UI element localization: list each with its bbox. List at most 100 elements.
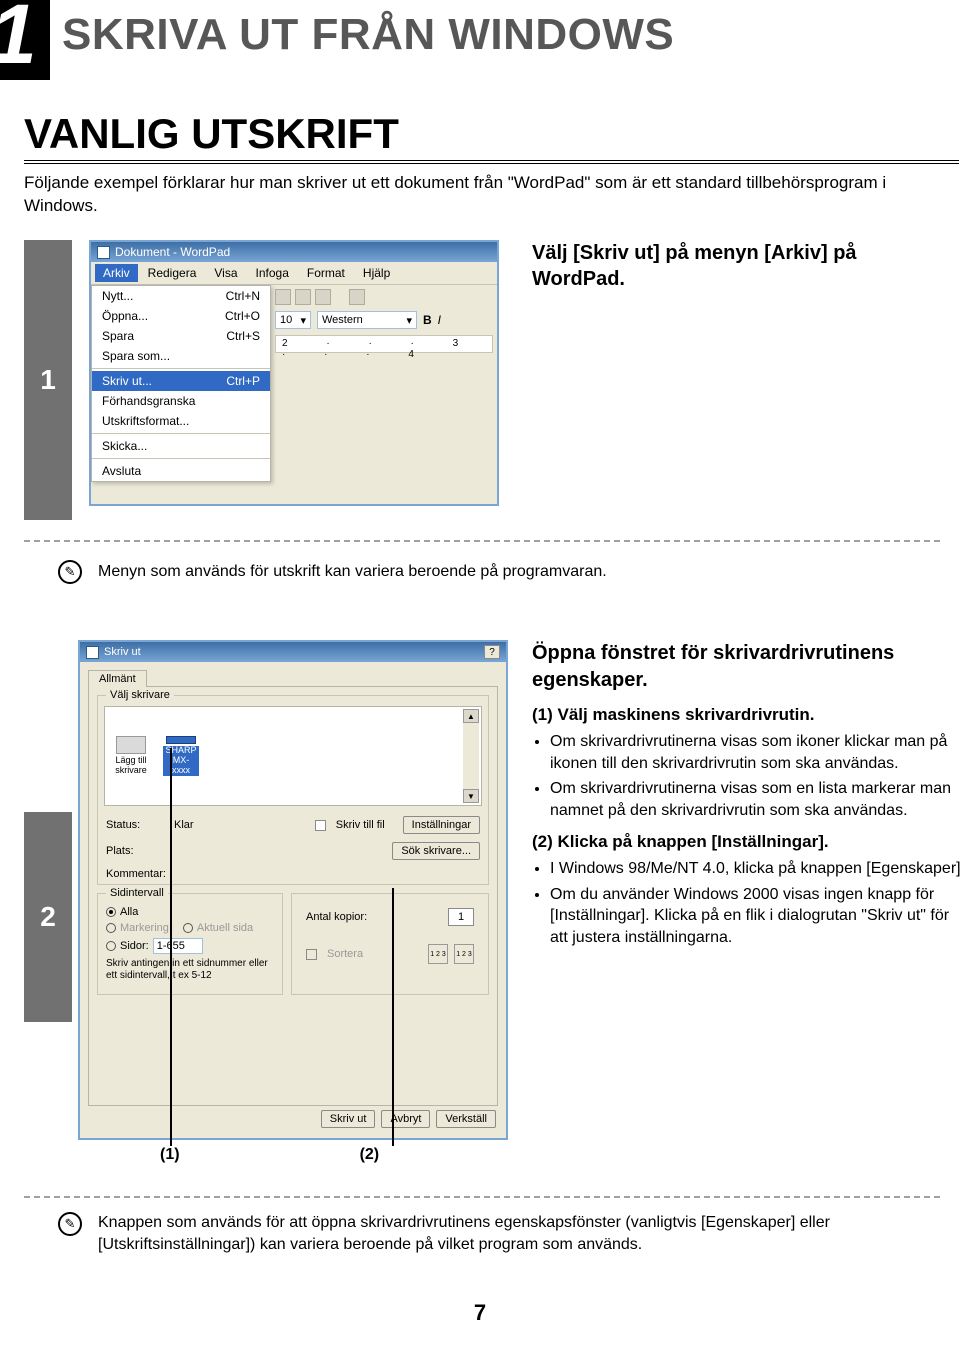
copies-input[interactable]: 1: [448, 908, 474, 926]
printer-icon: [86, 646, 99, 659]
status-label: Status:: [106, 819, 168, 831]
wordpad-titlebar: Dokument - WordPad: [91, 242, 497, 262]
copy-icon[interactable]: [295, 289, 311, 305]
printer-list: Lägg till skrivare SHARP MX-xxxx ▲▼: [104, 706, 482, 806]
sidintervall-help: Skriv antingen in ett sidnummer eller et…: [98, 956, 282, 988]
help-button[interactable]: ?: [484, 645, 500, 659]
chapter-title: SKRIVA UT FRÅN WINDOWS: [62, 10, 674, 60]
menu-item-spara-som[interactable]: Spara som...: [92, 346, 270, 366]
menu-item-utskriftsformat[interactable]: Utskriftsformat...: [92, 411, 270, 431]
print-dialog: Skriv ut ? Allmänt Välj skrivare Lägg ti…: [78, 640, 508, 1140]
callouts: (1) (2): [160, 1146, 379, 1164]
menu-format[interactable]: Format: [299, 264, 353, 282]
page-number: 7: [0, 1300, 960, 1326]
radio-aktuell[interactable]: [183, 923, 193, 933]
step-2-b1: Om skrivardrivrutinerna visas som ikoner…: [550, 731, 960, 774]
to-file-label: Skriv till fil: [336, 819, 385, 831]
menu-item-skriv-ut[interactable]: Skriv ut...Ctrl+P: [92, 371, 270, 391]
note-1: ✎ Menyn som används för utskrift kan var…: [58, 560, 607, 584]
menu-item-nytt[interactable]: Nytt...Ctrl+N: [92, 286, 270, 306]
step-2-b3: I Windows 98/Me/NT 4.0, klicka på knappe…: [550, 858, 960, 880]
menu-item-oppna[interactable]: Öppna...Ctrl+O: [92, 306, 270, 326]
step-1-instruction: Välj [Skriv ut] på menyn [Arkiv] på Word…: [532, 240, 912, 292]
step-2-b4: Om du använder Windows 2000 visas ingen …: [550, 884, 960, 949]
fontsize-select[interactable]: 10▾: [275, 311, 311, 329]
step-2-heading: Öppna fönstret för skrivardrivrutinens e…: [532, 640, 960, 694]
wordpad-ruler: 2 · · · 3 · · · 4: [275, 335, 493, 353]
radio-alla-label: Alla: [120, 906, 138, 918]
paste-icon[interactable]: [315, 289, 331, 305]
radio-sidor-label: Sidor:: [120, 940, 149, 952]
add-printer-item[interactable]: Lägg till skrivare: [113, 736, 149, 776]
cut-icon[interactable]: [275, 289, 291, 305]
menu-item-forhandsgranska[interactable]: Förhandsgranska: [92, 391, 270, 411]
undo-icon[interactable]: [349, 289, 365, 305]
menu-arkiv[interactable]: Arkiv: [95, 264, 138, 282]
chapter-number-badge: 1: [0, 0, 50, 80]
menu-item-avsluta[interactable]: Avsluta: [92, 461, 270, 481]
find-printer-button[interactable]: Sök skrivare...: [392, 842, 480, 860]
arkiv-dropdown: Nytt...Ctrl+N Öppna...Ctrl+O SparaCtrl+S…: [91, 285, 271, 482]
pencil-icon: ✎: [58, 560, 82, 584]
section-intro: Följande exempel förklarar hur man skriv…: [24, 172, 904, 218]
collate-icon: 1 2 3: [428, 944, 448, 964]
step-2-sub1: (1) Välj maskinens skrivardrivrutin.: [532, 704, 960, 727]
radio-markering-label: Markering: [120, 922, 169, 934]
pencil-icon: ✎: [58, 1212, 82, 1236]
copies-label: Antal kopior:: [306, 911, 367, 923]
tab-allmant[interactable]: Allmänt: [88, 670, 147, 687]
printer-scrollbar[interactable]: ▲▼: [463, 709, 479, 803]
printer-item-selected[interactable]: SHARP MX-xxxx: [163, 736, 199, 776]
radio-alla[interactable]: [106, 907, 116, 917]
wordpad-menubar: Arkiv Redigera Visa Infoga Format Hjälp: [91, 262, 497, 285]
callout-2: (2): [360, 1146, 380, 1164]
step-2-b2: Om skrivardrivrutinerna visas som en lis…: [550, 778, 960, 821]
chevron-down-icon: ▾: [406, 314, 412, 327]
menu-visa[interactable]: Visa: [206, 264, 245, 282]
cancel-button[interactable]: Avbryt: [381, 1110, 430, 1128]
note-1-text: Menyn som används för utskrift kan varie…: [98, 563, 607, 581]
menu-infoga[interactable]: Infoga: [248, 264, 297, 282]
callout-line-2: [392, 888, 394, 1146]
plats-label: Plats:: [106, 845, 168, 857]
radio-markering[interactable]: [106, 923, 116, 933]
sortera-label: Sortera: [327, 948, 363, 960]
kommentar-label: Kommentar:: [106, 868, 168, 880]
group-sidintervall: Sidintervall: [106, 887, 168, 899]
step-1-marker: 1: [24, 240, 72, 520]
print-button[interactable]: Skriv ut: [321, 1110, 376, 1128]
scroll-down-icon[interactable]: ▼: [463, 789, 479, 803]
wordpad-title-text: Dokument - WordPad: [115, 245, 230, 259]
print-dialog-titlebar: Skriv ut ?: [80, 642, 506, 662]
wordpad-window: Dokument - WordPad Arkiv Redigera Visa I…: [89, 240, 499, 506]
italic-icon[interactable]: I: [438, 313, 441, 327]
chevron-down-icon: ▾: [300, 314, 306, 327]
callout-1: (1): [160, 1146, 180, 1164]
divider: [24, 1196, 940, 1198]
settings-button[interactable]: Inställningar: [403, 816, 480, 834]
fontname-select[interactable]: Western▾: [317, 311, 417, 329]
callout-line-1: [170, 748, 172, 1146]
step-2-instruction: Öppna fönstret för skrivardrivrutinens e…: [532, 640, 960, 959]
apply-button[interactable]: Verkställ: [436, 1110, 496, 1128]
menu-item-spara[interactable]: SparaCtrl+S: [92, 326, 270, 346]
step-2-marker: 2: [24, 812, 72, 1022]
menu-hjalp[interactable]: Hjälp: [355, 264, 398, 282]
menu-redigera[interactable]: Redigera: [140, 264, 205, 282]
group-valj-skrivare: Välj skrivare: [106, 689, 174, 701]
to-file-checkbox[interactable]: [315, 820, 326, 831]
sortera-checkbox[interactable]: [306, 949, 317, 960]
note-2: ✎ Knappen som används för att öppna skri…: [58, 1212, 928, 1257]
bold-icon[interactable]: B: [423, 313, 432, 327]
radio-aktuell-label: Aktuell sida: [197, 922, 253, 934]
sidor-input[interactable]: [153, 938, 203, 954]
menu-item-skicka[interactable]: Skicka...: [92, 436, 270, 456]
note-2-text: Knappen som används för att öppna skriva…: [98, 1212, 928, 1257]
scroll-up-icon[interactable]: ▲: [463, 709, 479, 723]
section-heading: VANLIG UTSKRIFT: [24, 110, 959, 164]
divider: [24, 540, 940, 542]
status-value: Klar: [174, 819, 194, 831]
wordpad-icon: [97, 246, 110, 259]
collate-icon: 1 2 3: [454, 944, 474, 964]
radio-sidor[interactable]: [106, 941, 116, 951]
